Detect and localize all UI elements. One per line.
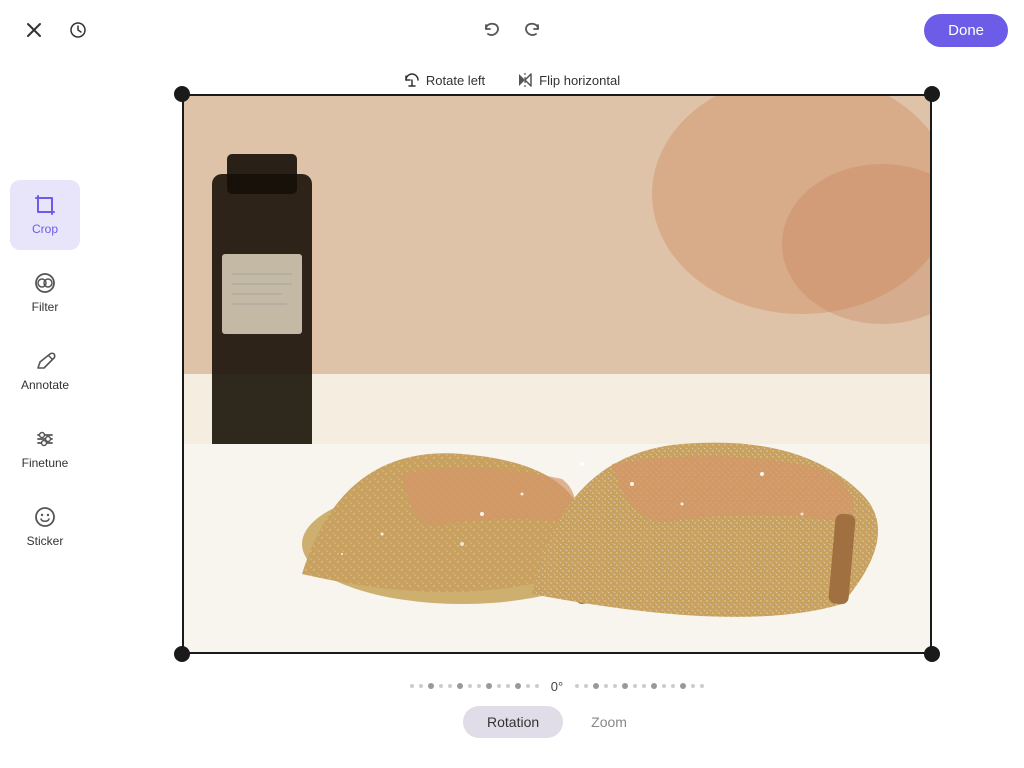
ruler-dot	[439, 684, 443, 688]
ruler-dot	[633, 684, 637, 688]
ruler-dot	[515, 683, 521, 689]
sidebar-item-finetune[interactable]: Finetune	[10, 414, 80, 484]
crop-icon	[34, 194, 56, 216]
done-button[interactable]: Done	[924, 14, 1008, 47]
finetune-label: Finetune	[22, 456, 69, 470]
sidebar-item-filter[interactable]: Filter	[10, 258, 80, 328]
sidebar-item-crop[interactable]: Crop	[10, 180, 80, 250]
image-container[interactable]	[182, 94, 932, 654]
ruler-dot	[486, 683, 492, 689]
rotate-left-label: Rotate left	[426, 73, 485, 88]
ruler-dot	[604, 684, 608, 688]
ruler-dot	[642, 684, 646, 688]
ruler-dot	[526, 684, 530, 688]
bottom-bar: 0° Rotation Zoom	[90, 648, 1024, 768]
flip-horizontal-action[interactable]: Flip horizontal	[517, 72, 620, 88]
redo-icon	[523, 21, 541, 39]
image-svg	[182, 94, 932, 654]
ruler-dot	[700, 684, 704, 688]
finetune-icon	[34, 428, 56, 450]
ruler-dot	[691, 684, 695, 688]
ruler-dot	[575, 684, 579, 688]
tab-zoom[interactable]: Zoom	[567, 706, 651, 738]
ruler-dot	[448, 684, 452, 688]
ruler-dot	[457, 683, 463, 689]
sticker-icon	[34, 506, 56, 528]
ruler-dot	[662, 684, 666, 688]
ruler-dot	[468, 684, 472, 688]
ruler-dot	[506, 684, 510, 688]
top-bar: Done	[0, 0, 1024, 60]
ruler-dot	[497, 684, 501, 688]
ruler-dot	[584, 684, 588, 688]
filter-label: Filter	[32, 300, 59, 314]
ruler-dot	[671, 684, 675, 688]
annotate-label: Annotate	[21, 378, 69, 392]
left-sidebar: Crop Filter Annotate	[0, 0, 90, 768]
ruler-dot	[535, 684, 539, 688]
ruler-dot	[419, 684, 423, 688]
sidebar-item-sticker[interactable]: Sticker	[10, 492, 80, 562]
ruler-dot	[477, 684, 481, 688]
ruler-dot	[622, 683, 628, 689]
ruler-dot	[680, 683, 686, 689]
sidebar-item-annotate[interactable]: Annotate	[10, 336, 80, 406]
ruler-dot	[410, 684, 414, 688]
crop-handle-top-left[interactable]	[174, 86, 190, 102]
filter-icon	[34, 272, 56, 294]
rotate-left-icon	[404, 72, 420, 88]
tab-rotation[interactable]: Rotation	[463, 706, 563, 738]
rotate-left-action[interactable]: Rotate left	[404, 72, 485, 88]
image-placeholder	[182, 94, 932, 654]
rotation-ruler[interactable]: 0°	[410, 679, 704, 694]
annotate-icon	[34, 350, 56, 372]
undo-icon	[483, 21, 501, 39]
ruler-dot	[651, 683, 657, 689]
crop-label: Crop	[32, 222, 58, 236]
top-bar-center	[474, 12, 550, 48]
canvas-area	[90, 100, 1024, 648]
undo-button[interactable]	[474, 12, 510, 48]
sticker-label: Sticker	[27, 534, 64, 548]
flip-horizontal-icon	[517, 72, 533, 88]
ruler-dot	[613, 684, 617, 688]
crop-handle-top-right[interactable]	[924, 86, 940, 102]
angle-display: 0°	[551, 679, 563, 694]
ruler-dot	[428, 683, 434, 689]
bottom-tabs: Rotation Zoom	[463, 706, 651, 738]
ruler-dot	[593, 683, 599, 689]
redo-button[interactable]	[514, 12, 550, 48]
flip-horizontal-label: Flip horizontal	[539, 73, 620, 88]
